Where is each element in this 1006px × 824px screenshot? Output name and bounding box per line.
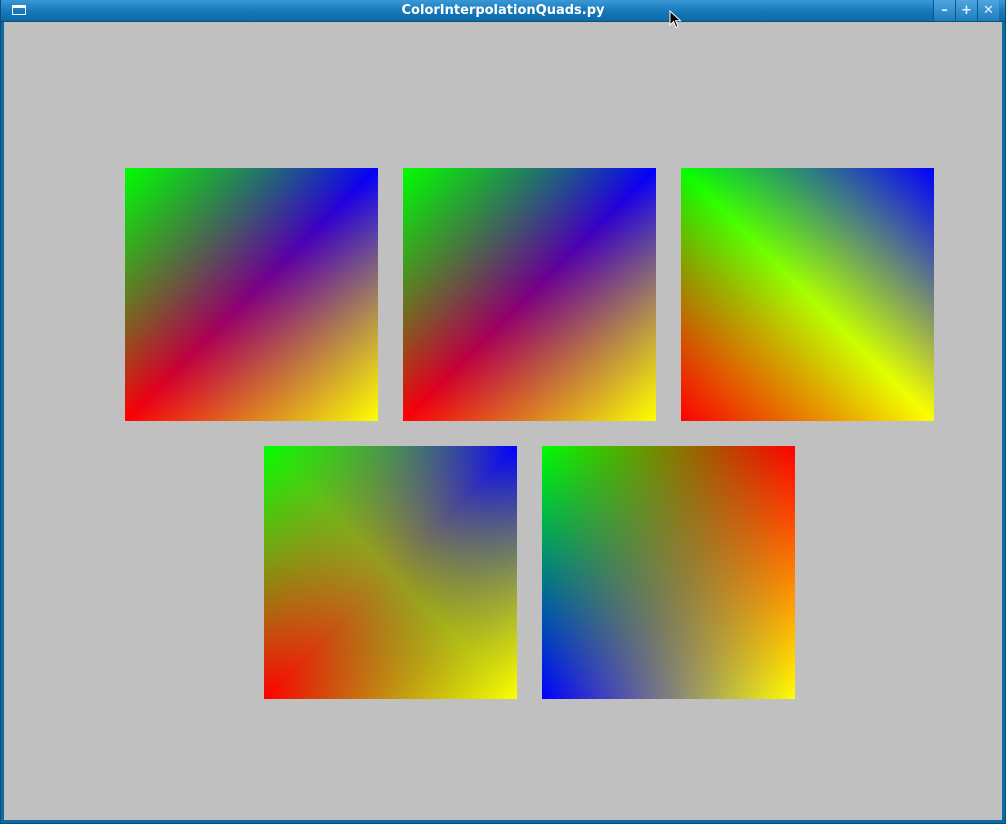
close-button[interactable]: ✕ (977, 0, 999, 21)
gradient-quad-4 (264, 446, 517, 699)
gradient-quad-5 (542, 446, 795, 699)
maximize-button[interactable]: + (955, 0, 977, 21)
title-bar[interactable]: ColorInterpolationQuads.py – + ✕ (1, 0, 1005, 22)
window-title: ColorInterpolationQuads.py (401, 3, 605, 18)
gradient-quad-3 (681, 168, 934, 421)
gradient-quad-3-svg (681, 168, 934, 421)
gradient-quad-2 (403, 168, 656, 421)
app-window: ColorInterpolationQuads.py – + ✕ (0, 0, 1006, 824)
gradient-quad-2-svg (403, 168, 656, 421)
gradient-quad-5-svg (542, 446, 795, 699)
mouse-cursor-icon (669, 10, 682, 29)
gradient-quad-1-svg (125, 168, 378, 421)
gradient-quad-4-svg (264, 446, 517, 699)
minimize-button[interactable]: – (933, 0, 955, 21)
gradient-quad-1 (125, 168, 378, 421)
render-canvas[interactable] (4, 22, 1002, 820)
